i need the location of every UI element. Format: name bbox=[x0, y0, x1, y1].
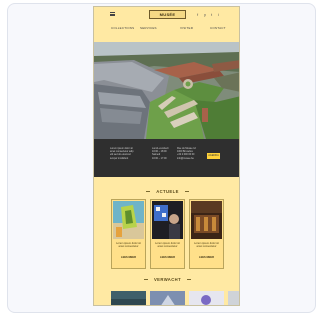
upcoming-card-image[interactable] bbox=[150, 291, 185, 306]
main-navigation: COLLECTIONS SERVICES VISITER CONTACT bbox=[94, 26, 239, 34]
site-header: MUSÉE f y t i bbox=[94, 7, 239, 20]
section-title-actuele: ACTUELE bbox=[94, 189, 239, 194]
opening-hours: Lundi–vendredi 10:00 – 18:00 Samedi 10:0… bbox=[152, 147, 176, 160]
read-more-link[interactable]: LEES MEER bbox=[117, 256, 140, 260]
nav-item-services[interactable]: SERVICES bbox=[140, 26, 157, 30]
title-dash bbox=[146, 191, 151, 193]
news-card-caption: Lorem ipsum dolor sit amet consectetur bbox=[116, 242, 141, 249]
nav-item-contact[interactable]: CONTACT bbox=[210, 26, 226, 30]
nav-item-collections[interactable]: COLLECTIONS bbox=[111, 26, 134, 30]
news-card[interactable]: Lorem ipsum dolor sit amet consectetur L… bbox=[111, 199, 146, 269]
upcoming-card-image[interactable] bbox=[111, 291, 146, 306]
website-preview: MUSÉE f y t i COLLECTIONS SERVICES VISIT… bbox=[93, 6, 240, 306]
twitter-icon[interactable]: t bbox=[211, 13, 212, 17]
news-card[interactable]: Lorem ipsum dolor sit amet consectetur L… bbox=[150, 199, 185, 269]
youtube-icon[interactable]: y bbox=[204, 13, 206, 17]
news-card-caption: Lorem ipsum dolor sit amet consectetur bbox=[194, 242, 219, 249]
section-title-text: VERWACHT bbox=[153, 277, 182, 282]
news-card-image bbox=[152, 201, 183, 239]
title-dash bbox=[187, 279, 192, 281]
title-dash bbox=[143, 279, 148, 281]
instagram-icon[interactable]: i bbox=[218, 13, 219, 17]
news-card-image bbox=[191, 201, 222, 239]
nav-item-visiter[interactable]: VISITER bbox=[180, 26, 193, 30]
upcoming-card-image[interactable] bbox=[228, 291, 240, 306]
agenda-button[interactable]: AGENDA bbox=[207, 153, 220, 159]
facebook-icon[interactable]: f bbox=[197, 13, 198, 17]
read-more-link[interactable]: LEES MEER bbox=[156, 256, 179, 260]
news-card-image bbox=[113, 201, 144, 239]
read-more-link[interactable]: LEES MEER bbox=[195, 256, 218, 260]
news-card[interactable]: Lorem ipsum dolor sit amet consectetur L… bbox=[189, 199, 224, 269]
site-logo[interactable]: MUSÉE bbox=[149, 10, 186, 19]
upcoming-card-image[interactable] bbox=[189, 291, 224, 306]
contact-details: Rue du Musée 12 1000 Bruxelles +32 2 000… bbox=[177, 147, 203, 160]
section-title-text: ACTUELE bbox=[156, 189, 179, 194]
info-text: 10:00 – 17:00 bbox=[152, 156, 167, 160]
info-text: tempor incididunt bbox=[110, 156, 129, 160]
hero-aerial-photo bbox=[94, 42, 239, 139]
info-text: info@musee.be bbox=[177, 156, 194, 160]
section-title-verwacht: VERWACHT bbox=[94, 277, 239, 282]
title-dash bbox=[184, 191, 189, 193]
info-description: Lorem ipsum dolor sit amet consectetur a… bbox=[110, 147, 140, 160]
info-bar: Lorem ipsum dolor sit amet consectetur a… bbox=[94, 139, 239, 177]
news-card-caption: Lorem ipsum dolor sit amet consectetur bbox=[155, 242, 180, 249]
hamburger-menu-icon[interactable] bbox=[110, 12, 115, 16]
